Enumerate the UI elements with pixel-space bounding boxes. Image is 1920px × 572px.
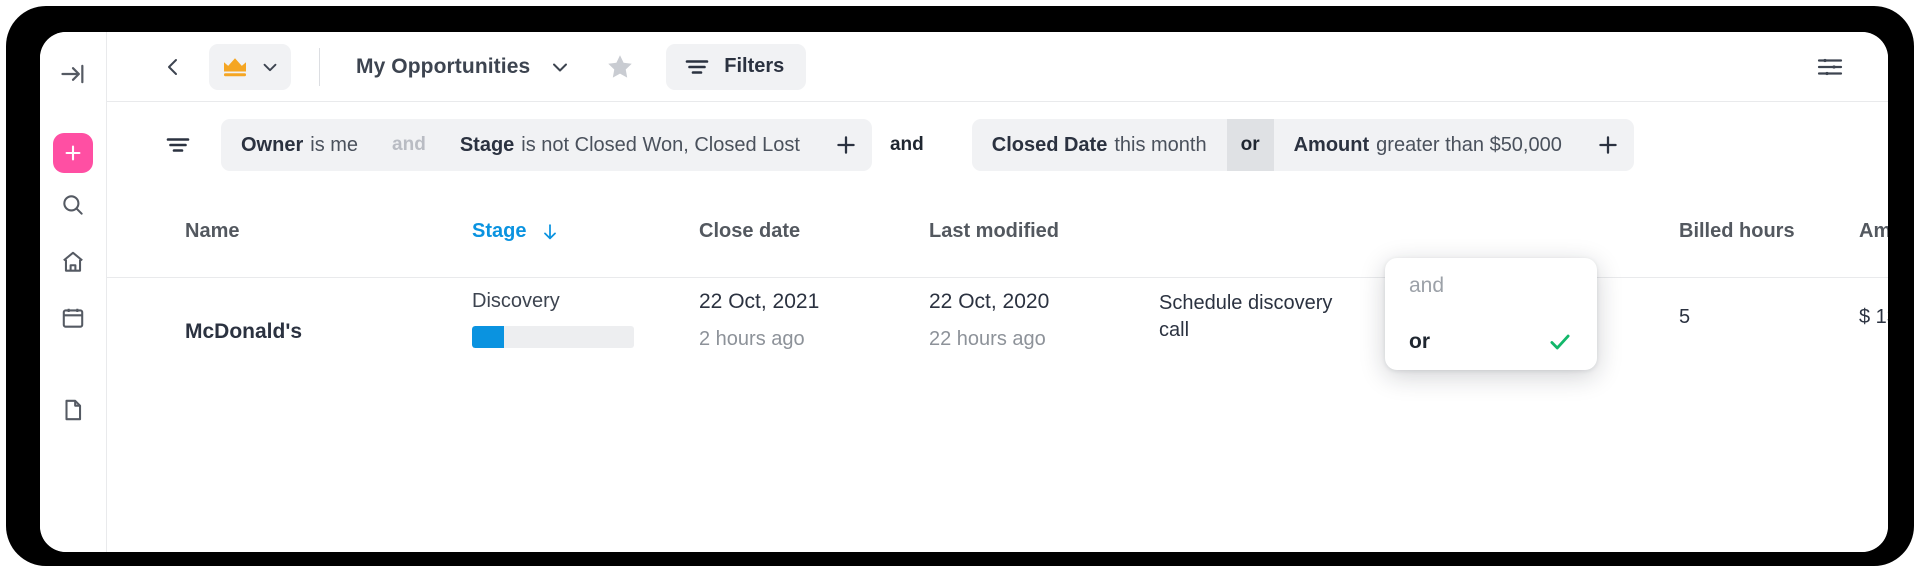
filter-bar: Owner is me and Stage is not Closed Won,…	[107, 102, 1888, 188]
cell-close-date: 22 Oct, 2021	[699, 290, 820, 313]
dropdown-option-or-label: or	[1409, 330, 1430, 353]
table-row[interactable]: McDonald's Discovery 22 Oct, 2021 2 hour…	[107, 278, 1888, 398]
toolbar-divider	[319, 47, 320, 86]
screenshot-root: My Opportunities Filters Owner is me and…	[0, 0, 1920, 572]
filter-condition-closed-date[interactable]: Closed Date this month	[972, 119, 1227, 171]
top-toolbar: My Opportunities Filters	[107, 32, 1888, 102]
dropdown-option-and[interactable]: and	[1385, 258, 1597, 314]
calendar-icon[interactable]	[53, 298, 93, 338]
filter-icon[interactable]	[165, 134, 191, 156]
cell-name: McDonald's	[185, 320, 303, 343]
check-icon	[1547, 329, 1573, 355]
add-filter-button-2[interactable]	[1582, 119, 1634, 171]
opportunities-table: Name Stage Close date Last modified Bill…	[107, 188, 1888, 552]
conjunction-dropdown: and or	[1385, 258, 1597, 370]
filters-button-label: Filters	[724, 55, 785, 77]
view-chevron-down-icon[interactable]	[548, 55, 572, 79]
column-header-billed-hours[interactable]: Billed hours	[1679, 220, 1795, 243]
cell-last-modified-relative: 22 hours ago	[929, 328, 1046, 350]
filter-value-label: this month	[1114, 133, 1207, 156]
column-header-last-modified[interactable]: Last modified	[929, 220, 1059, 243]
filter-condition-stage[interactable]: Stage is not Closed Won, Closed Lost	[440, 119, 820, 171]
chevron-left-icon[interactable]	[159, 53, 187, 81]
document-icon[interactable]	[53, 390, 93, 430]
search-icon[interactable]	[53, 185, 93, 225]
home-icon[interactable]	[53, 242, 93, 282]
cell-amount: $ 13	[1859, 306, 1888, 328]
filter-conjunction-1[interactable]: and	[378, 119, 440, 171]
filter-conjunction-2[interactable]: or	[1226, 119, 1274, 171]
cell-next-step: Schedule discovery call	[1159, 292, 1333, 341]
filter-field-label: Owner	[241, 133, 304, 156]
workspace-switcher[interactable]	[209, 43, 291, 90]
filter-group-separator: and	[889, 134, 924, 155]
filter-icon	[684, 56, 710, 78]
cell-last-modified: 22 Oct, 2020	[929, 290, 1050, 313]
collapse-panel-icon[interactable]	[53, 54, 93, 94]
chevron-down-icon	[259, 56, 281, 78]
add-filter-button-1[interactable]	[820, 119, 872, 171]
filters-button[interactable]: Filters	[666, 43, 807, 90]
filter-value-label: is me	[310, 133, 359, 156]
column-header-name[interactable]: Name	[185, 220, 239, 243]
filter-value-label: greater than $50,000	[1376, 133, 1562, 156]
filter-field-label: Closed Date	[991, 133, 1108, 156]
filter-field-label: Amount	[1293, 133, 1370, 156]
column-header-close-date[interactable]: Close date	[699, 220, 800, 243]
filter-condition-owner[interactable]: Owner is me	[221, 119, 378, 171]
crown-icon	[221, 55, 249, 79]
app-window: My Opportunities Filters Owner is me and…	[40, 32, 1888, 552]
filter-value-label: is not Closed Won, Closed Lost	[521, 133, 800, 156]
dropdown-option-or[interactable]: or	[1385, 314, 1597, 370]
cell-stage-label: Discovery	[472, 290, 560, 312]
stage-progress-fill	[472, 326, 505, 348]
star-icon[interactable]	[604, 51, 636, 83]
column-header-stage-label: Stage	[472, 220, 527, 242]
sidebar-rail	[40, 32, 107, 552]
filter-condition-amount[interactable]: Amount greater than $50,000	[1274, 119, 1582, 171]
arrow-down-icon	[539, 221, 561, 243]
sidebar-item-add[interactable]	[53, 133, 93, 173]
cell-billed-hours: 5	[1679, 306, 1691, 328]
device-bezel: My Opportunities Filters Owner is me and…	[6, 6, 1914, 566]
cell-close-date-relative: 2 hours ago	[699, 328, 805, 350]
filter-group-2: Closed Date this month or Amount greater…	[971, 119, 1634, 171]
table-header-row: Name Stage Close date Last modified Bill…	[107, 188, 1888, 278]
page-title: My Opportunities	[356, 54, 531, 78]
list-settings-icon[interactable]	[1816, 55, 1844, 79]
filter-field-label: Stage	[459, 133, 515, 156]
column-header-stage[interactable]: Stage	[472, 220, 561, 243]
stage-progress-bar	[472, 326, 634, 348]
column-header-amount[interactable]: Am	[1859, 220, 1888, 243]
filter-group-1: Owner is me and Stage is not Closed Won,…	[221, 119, 872, 171]
